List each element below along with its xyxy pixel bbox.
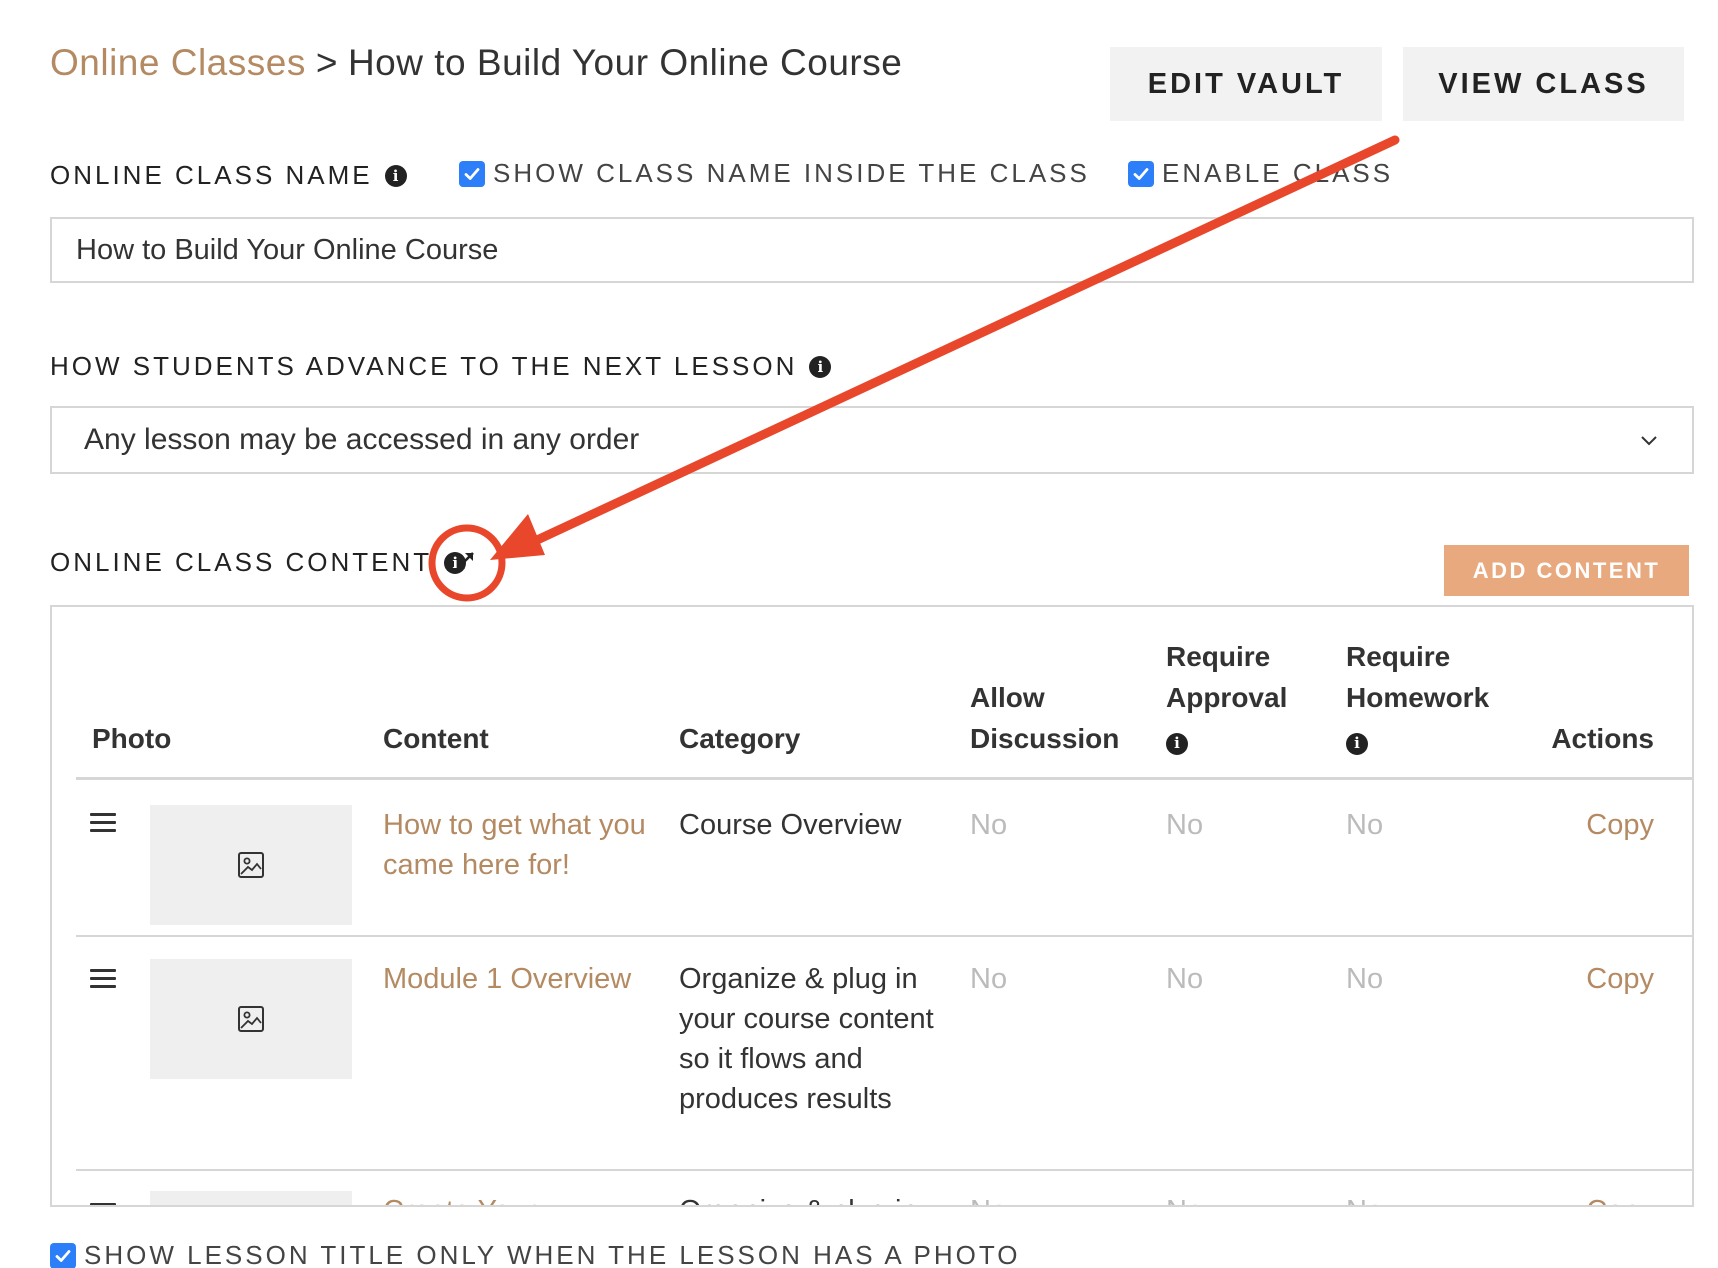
column-header-require-homework: Require Homework i (1346, 636, 1516, 759)
row-category: Organize & plug in (679, 1191, 939, 1205)
info-icon[interactable]: i (1346, 732, 1368, 755)
drag-handle-icon[interactable] (90, 813, 116, 833)
show-class-name-label: SHOW CLASS NAME INSIDE THE CLASS (493, 158, 1090, 188)
row-copy-link[interactable]: Copy (1586, 805, 1654, 845)
header-divider (76, 777, 1692, 780)
row-require-homework[interactable]: No (1346, 805, 1383, 845)
row-require-homework[interactable]: No (1346, 1191, 1383, 1205)
table-row: Module 1 Overview Organize & plug in you… (52, 949, 1692, 1169)
row-copy-link[interactable]: Copy (1586, 959, 1654, 999)
row-copy-link[interactable]: Copy (1586, 1191, 1654, 1205)
column-header-photo: Photo (92, 723, 172, 754)
chevron-down-icon (1641, 436, 1657, 446)
drag-handle-icon[interactable] (90, 1203, 116, 1205)
row-allow-discussion[interactable]: No (970, 1191, 1007, 1205)
row-divider (76, 935, 1692, 937)
enable-class-label: ENABLE CLASS (1162, 158, 1394, 188)
photo-placeholder[interactable] (150, 1191, 352, 1205)
advance-select[interactable]: Any lesson may be accessed in any order (50, 406, 1694, 474)
row-content-link[interactable]: Module 1 Overview (383, 959, 653, 999)
row-require-approval[interactable]: No (1166, 1191, 1203, 1205)
breadcrumb: Online Classes > How to Build Your Online … (50, 42, 902, 84)
column-header-allow-discussion: Allow Discussion (970, 682, 1120, 754)
enable-class-checkbox[interactable] (1128, 160, 1154, 187)
row-allow-discussion[interactable]: No (970, 959, 1007, 999)
lesson-title-label: SHOW LESSON TITLE ONLY WHEN THE LESSON H… (84, 1240, 1021, 1268)
lesson-title-checkbox[interactable] (50, 1242, 76, 1268)
row-require-approval[interactable]: No (1166, 959, 1203, 999)
column-header-require-approval: Require Approval i (1166, 636, 1316, 759)
advance-label: HOW STUDENTS ADVANCE TO THE NEXT LESSON … (50, 351, 832, 382)
content-table: Photo Content Category Allow Discussion … (50, 605, 1694, 1207)
online-class-content-label: ONLINE CLASS CONTENT i (50, 547, 467, 578)
checkmark-icon (464, 167, 480, 180)
show-class-name-checkbox[interactable] (459, 160, 485, 187)
advance-label-text: HOW STUDENTS ADVANCE TO THE NEXT LESSON (50, 351, 798, 381)
row-require-approval[interactable]: No (1166, 805, 1203, 845)
row-category: Course Overview (679, 809, 902, 841)
image-placeholder-icon (238, 852, 264, 878)
photo-placeholder[interactable] (150, 959, 352, 1079)
online-class-content-label-text: ONLINE CLASS CONTENT (50, 547, 433, 577)
info-icon[interactable]: i (384, 164, 407, 187)
row-content-link[interactable]: Create Your (383, 1191, 653, 1205)
drag-handle-icon[interactable] (90, 969, 116, 989)
checkmark-icon (1133, 167, 1149, 180)
info-icon[interactable]: i (1166, 732, 1188, 755)
table-row: Create Your Organize & plug in No No No … (52, 1183, 1692, 1205)
column-header-actions: Actions (1551, 723, 1654, 754)
breadcrumb-current: How to Build Your Online Course (347, 42, 903, 83)
edit-vault-button[interactable]: EDIT VAULT (1110, 47, 1382, 121)
expand-icon[interactable] (452, 548, 478, 574)
image-placeholder-icon (238, 1006, 264, 1032)
table-row: How to get what you came here for! Cours… (52, 793, 1692, 943)
row-divider (76, 1169, 1692, 1171)
column-header-require-approval-text: Require Approval (1166, 641, 1288, 713)
breadcrumb-separator: > (315, 42, 338, 83)
add-content-button[interactable]: ADD CONTENT (1444, 545, 1689, 596)
row-content-link[interactable]: How to get what you came here for! (383, 805, 653, 885)
annotation-arrow-line (515, 135, 1400, 553)
show-class-name-option[interactable]: SHOW CLASS NAME INSIDE THE CLASS (459, 158, 1090, 189)
column-header-category: Category (679, 723, 801, 754)
advance-select-value: Any lesson may be accessed in any order (84, 423, 640, 456)
column-header-require-homework-text: Require Homework (1346, 641, 1490, 713)
enable-class-option[interactable]: ENABLE CLASS (1128, 158, 1393, 189)
row-allow-discussion[interactable]: No (970, 805, 1007, 845)
annotation-arrow-head (490, 514, 545, 560)
view-class-button[interactable]: VIEW CLASS (1403, 47, 1684, 121)
lesson-title-option[interactable]: SHOW LESSON TITLE ONLY WHEN THE LESSON H… (50, 1240, 1020, 1268)
info-icon[interactable]: i (809, 355, 832, 378)
row-require-homework[interactable]: No (1346, 959, 1383, 999)
online-class-name-label: ONLINE CLASS NAME i (50, 160, 407, 191)
breadcrumb-online-classes-link[interactable]: Online Classes (50, 42, 306, 83)
class-name-input[interactable] (50, 217, 1694, 283)
photo-placeholder[interactable] (150, 805, 352, 925)
online-class-name-label-text: ONLINE CLASS NAME (50, 160, 373, 190)
row-category: Organize & plug in your course content s… (679, 963, 934, 1115)
column-header-content: Content (383, 723, 489, 754)
checkmark-icon (55, 1249, 71, 1262)
